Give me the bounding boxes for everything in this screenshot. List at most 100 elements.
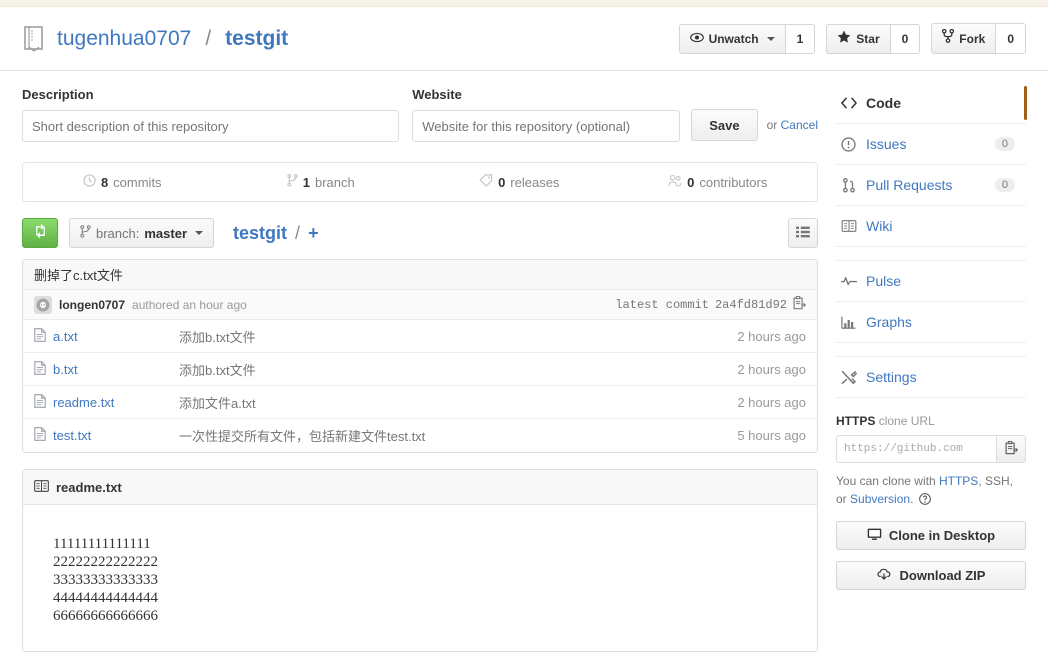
releases-stat[interactable]: 0 releases: [420, 163, 619, 201]
file-commit-message[interactable]: 添加文件a.txt: [179, 393, 737, 412]
sidebar-item-settings[interactable]: Settings: [836, 357, 1026, 398]
question-circle-icon[interactable]: [919, 492, 931, 510]
star-button-group: Star 0: [826, 24, 920, 54]
breadcrumb-add-file[interactable]: +: [308, 223, 319, 243]
clone-in-desktop-button[interactable]: Clone in Desktop: [836, 521, 1026, 550]
commit-author-link[interactable]: longen0707: [59, 298, 125, 312]
repository-sidebar: Code Issues 0 Pull Requests 0: [836, 83, 1026, 652]
branch-icon: [80, 225, 91, 241]
breadcrumb-repo-link[interactable]: testgit: [233, 223, 287, 243]
people-icon: [668, 174, 682, 190]
file-name-cell: a.txt: [34, 328, 179, 345]
clone-url-label: HTTPS clone URL: [836, 414, 1026, 428]
repository-edit-row: Description Website Save or Cancel: [22, 87, 818, 142]
file-browser: 删掉了c.txt文件 longen0707 authored an hour a…: [22, 259, 818, 453]
repository-title: tugenhua0707 / testgit: [22, 25, 288, 53]
table-row[interactable]: readme.txt 添加文件a.txt 2 hours ago: [23, 386, 817, 419]
commit-sha[interactable]: 2a4fd81d92: [715, 298, 787, 312]
file-link[interactable]: readme.txt: [53, 395, 114, 410]
website-input[interactable]: [412, 110, 680, 142]
file-text-icon: [34, 427, 46, 444]
clone-url-input[interactable]: https://github.com: [836, 435, 996, 463]
description-input[interactable]: [22, 110, 399, 142]
file-link[interactable]: test.txt: [53, 428, 91, 443]
star-count[interactable]: 0: [890, 24, 921, 54]
pull-requests-count-badge: 0: [995, 178, 1015, 192]
cancel-link[interactable]: Cancel: [781, 118, 818, 132]
sidebar-item-pulse[interactable]: Pulse: [836, 261, 1026, 302]
sidebar-nav: Code Issues 0 Pull Requests 0: [836, 83, 1026, 398]
breadcrumb-separator: /: [295, 223, 300, 243]
download-zip-button[interactable]: Download ZIP: [836, 561, 1026, 590]
table-row[interactable]: test.txt 一次性提交所有文件，包括新建文件test.txt 5 hour…: [23, 419, 817, 452]
sidebar-item-label: Settings: [866, 369, 917, 385]
contributors-stat[interactable]: 0 contributors: [619, 163, 818, 201]
star-label: Star: [856, 30, 879, 48]
fork-icon: [942, 29, 954, 48]
readme-body: 11111111111111 22222222222222 3333333333…: [23, 505, 817, 651]
sidebar-item-label: Code: [866, 95, 901, 111]
table-row[interactable]: a.txt 添加b.txt文件 2 hours ago: [23, 320, 817, 353]
unwatch-label: Unwatch: [709, 30, 759, 48]
sidebar-item-issues[interactable]: Issues 0: [836, 124, 1026, 165]
file-link[interactable]: a.txt: [53, 329, 78, 344]
website-field-group: Website: [412, 87, 680, 142]
clone-help-prefix: You can clone with: [836, 474, 939, 488]
contributors-count: 0: [687, 175, 694, 190]
star-icon: [837, 30, 851, 48]
branches-stat[interactable]: 1 branch: [222, 163, 421, 201]
commits-stat[interactable]: 8 commits: [23, 163, 222, 201]
sidebar-item-pull-requests[interactable]: Pull Requests 0: [836, 165, 1026, 206]
git-pull-request-icon: [840, 178, 857, 193]
unwatch-button[interactable]: Unwatch: [679, 24, 785, 54]
issue-opened-icon: [840, 137, 857, 152]
fork-count[interactable]: 0: [995, 23, 1026, 54]
commit-authored-time: authored an hour ago: [132, 298, 247, 312]
sidebar-item-graphs[interactable]: Graphs: [836, 302, 1026, 343]
file-commit-message[interactable]: 一次性提交所有文件，包括新建文件test.txt: [179, 426, 737, 445]
or-text: or: [767, 118, 778, 132]
compare-pull-request-icon: [33, 224, 48, 242]
file-text-icon: [34, 328, 46, 345]
breadcrumb: testgit / +: [233, 223, 319, 244]
watch-count[interactable]: 1: [785, 24, 816, 54]
description-field-group: Description: [22, 87, 399, 142]
table-row[interactable]: b.txt 添加b.txt文件 2 hours ago: [23, 353, 817, 386]
sidebar-divider: [836, 343, 1026, 357]
compare-pull-request-button[interactable]: [22, 218, 58, 248]
latest-commit-label: latest commit: [615, 298, 709, 312]
list-view-toggle-button[interactable]: [788, 218, 818, 248]
main-column: Description Website Save or Cancel: [22, 87, 818, 652]
branches-count: 1: [303, 175, 310, 190]
repository-header: tugenhua0707 / testgit Unwatch 1 Star 0: [0, 7, 1048, 71]
repo-name-link[interactable]: testgit: [225, 27, 288, 51]
sidebar-item-code[interactable]: Code: [836, 83, 1026, 124]
sidebar-item-wiki[interactable]: Wiki: [836, 206, 1026, 247]
repository-stats-bar: 8 commits 1 branch 0 releases: [22, 162, 818, 202]
save-button[interactable]: Save: [691, 109, 757, 141]
copy-clone-url-button[interactable]: [996, 435, 1026, 463]
chevron-down-icon: [195, 231, 203, 235]
clone-protocol: HTTPS: [836, 414, 875, 428]
repo-owner-link[interactable]: tugenhua0707: [57, 27, 191, 51]
star-button[interactable]: Star: [826, 24, 889, 54]
save-actions: Save or Cancel: [691, 87, 818, 142]
clone-https-link[interactable]: HTTPS: [939, 474, 978, 488]
file-commit-message[interactable]: 添加b.txt文件: [179, 327, 737, 346]
issues-count-badge: 0: [995, 137, 1015, 151]
fork-button[interactable]: Fork: [931, 23, 995, 54]
eye-icon: [690, 30, 704, 48]
repo-book-icon: [22, 25, 46, 53]
top-accent-strip: [0, 0, 1048, 7]
fork-label: Fork: [959, 30, 985, 48]
file-link[interactable]: b.txt: [53, 362, 78, 377]
branch-select[interactable]: branch: master: [69, 218, 214, 248]
pulse-icon: [840, 275, 857, 287]
book-icon: [34, 480, 49, 495]
clipboard-copy-icon[interactable]: [793, 296, 806, 314]
clone-in-desktop-label: Clone in Desktop: [889, 528, 995, 543]
file-commit-message[interactable]: 添加b.txt文件: [179, 360, 737, 379]
branch-current-name: master: [144, 226, 187, 241]
branch-prefix-label: branch:: [96, 226, 139, 241]
clone-subversion-link[interactable]: Subversion: [850, 492, 910, 506]
